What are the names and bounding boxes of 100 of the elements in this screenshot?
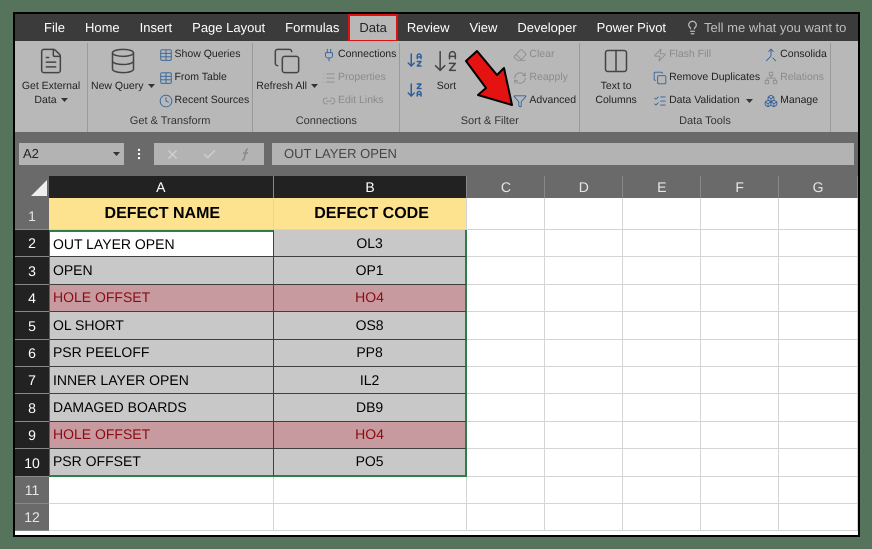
ribbon-tab[interactable]: Insert: [130, 16, 182, 40]
table-cell[interactable]: OL SHORT: [48, 312, 274, 340]
row-header[interactable]: 8: [15, 394, 49, 422]
ribbon-tab[interactable]: Developer: [508, 16, 586, 40]
table-cell[interactable]: PSR PEELOFF: [48, 340, 274, 367]
table-cell[interactable]: [779, 198, 858, 230]
table-cell[interactable]: [545, 284, 624, 312]
table-cell[interactable]: [274, 504, 468, 532]
table-cell[interactable]: [779, 312, 858, 340]
table-cell[interactable]: PO5: [274, 449, 468, 477]
table-cell[interactable]: [779, 504, 858, 532]
table-cell[interactable]: [623, 476, 702, 504]
table-cell[interactable]: [779, 394, 858, 422]
ribbon-tab[interactable]: Home: [76, 16, 129, 40]
table-cell[interactable]: [701, 312, 780, 340]
table-cell[interactable]: [545, 340, 624, 367]
table-cell[interactable]: [779, 366, 858, 394]
table-cell[interactable]: [623, 312, 702, 340]
ribbon-tab[interactable]: Review: [398, 16, 458, 40]
table-cell[interactable]: [623, 340, 702, 367]
table-cell[interactable]: [467, 366, 546, 394]
table-cell[interactable]: [467, 422, 546, 450]
table-cell[interactable]: [779, 230, 858, 258]
ribbon-button[interactable]: Remove Duplicates: [653, 66, 762, 89]
row-header[interactable]: 11: [15, 476, 49, 504]
table-cell[interactable]: [545, 504, 624, 532]
ribbon-tab[interactable]: View: [460, 16, 506, 40]
table-cell[interactable]: [467, 312, 546, 340]
table-cell[interactable]: [545, 476, 624, 504]
row-header[interactable]: 12: [15, 504, 49, 532]
table-cell[interactable]: DEFECT NAME: [48, 198, 274, 230]
table-cell[interactable]: [623, 257, 702, 285]
ribbon-button[interactable]: Consolida: [764, 43, 828, 66]
table-cell[interactable]: [274, 476, 468, 504]
table-cell[interactable]: [545, 198, 624, 230]
table-cell[interactable]: [779, 449, 858, 477]
row-header[interactable]: 3: [15, 257, 49, 285]
table-cell[interactable]: PSR OFFSET: [48, 449, 274, 477]
table-cell[interactable]: [623, 366, 702, 394]
ribbon-button[interactable]: Text to Columns: [582, 43, 650, 113]
table-cell[interactable]: [701, 449, 780, 477]
table-cell[interactable]: [467, 257, 546, 285]
table-cell[interactable]: [701, 340, 780, 367]
table-cell[interactable]: [623, 284, 702, 312]
ribbon-button[interactable]: Refresh All: [255, 43, 320, 113]
formula-field[interactable]: OUT LAYER OPEN: [272, 143, 854, 165]
row-header[interactable]: 1: [15, 198, 49, 230]
row-header[interactable]: 6: [15, 340, 49, 367]
table-cell[interactable]: HO4: [274, 422, 468, 450]
table-cell[interactable]: OS8: [274, 312, 468, 340]
table-cell[interactable]: [623, 230, 702, 258]
table-cell[interactable]: [779, 422, 858, 450]
select-all-icon[interactable]: [30, 180, 47, 196]
table-cell[interactable]: [623, 422, 702, 450]
table-cell[interactable]: [545, 312, 624, 340]
table-cell[interactable]: [701, 257, 780, 285]
sort-descending-icon[interactable]: [406, 81, 424, 99]
table-cell[interactable]: [467, 394, 546, 422]
table-cell[interactable]: [623, 394, 702, 422]
ribbon-tab[interactable]: Power Pivot: [588, 16, 676, 40]
table-cell[interactable]: OP1: [274, 257, 468, 285]
table-cell[interactable]: IL2: [274, 366, 468, 394]
ribbon-tab[interactable]: Page Layout: [183, 16, 274, 40]
row-header[interactable]: 4: [15, 284, 49, 312]
table-cell[interactable]: INNER LAYER OPEN: [48, 366, 274, 394]
table-cell[interactable]: [467, 284, 546, 312]
table-cell[interactable]: [701, 230, 780, 258]
row-header[interactable]: 10: [15, 449, 49, 477]
tell-me-field[interactable]: Tell me what you want to: [685, 18, 858, 38]
table-cell[interactable]: [545, 230, 624, 258]
row-header[interactable]: 5: [15, 312, 49, 340]
row-header[interactable]: 7: [15, 366, 49, 394]
ribbon-button[interactable]: Connections: [322, 43, 398, 66]
table-cell[interactable]: [48, 476, 274, 504]
column-header[interactable]: A: [48, 176, 274, 198]
table-cell[interactable]: [545, 394, 624, 422]
ribbon-button[interactable]: Data Validation: [653, 89, 762, 112]
ribbon-button[interactable]: New Query: [90, 43, 156, 113]
ribbon-tab[interactable]: Data: [350, 16, 396, 40]
table-cell[interactable]: [623, 504, 702, 532]
column-header[interactable]: B: [274, 176, 468, 198]
table-cell[interactable]: [623, 449, 702, 477]
table-cell[interactable]: [467, 198, 546, 230]
table-cell[interactable]: DB9: [274, 394, 468, 422]
ribbon-button[interactable]: Advanced: [513, 89, 578, 112]
name-box[interactable]: A2: [19, 143, 124, 165]
table-cell[interactable]: DEFECT CODE: [274, 198, 468, 230]
table-cell[interactable]: DAMAGED BOARDS: [48, 394, 274, 422]
ribbon-tab[interactable]: File: [35, 16, 74, 40]
ribbon-button[interactable]: Recent Sources: [158, 89, 250, 112]
table-cell[interactable]: [467, 449, 546, 477]
table-cell[interactable]: PP8: [274, 340, 468, 367]
ribbon-tab[interactable]: Formulas: [276, 16, 348, 40]
table-cell[interactable]: [545, 449, 624, 477]
table-cell[interactable]: HOLE OFFSET: [48, 284, 274, 312]
table-cell[interactable]: [701, 394, 780, 422]
table-cell[interactable]: [779, 340, 858, 367]
table-cell[interactable]: [48, 504, 274, 532]
row-header[interactable]: 2: [15, 230, 49, 258]
table-cell[interactable]: OUT LAYER OPEN: [48, 230, 274, 258]
